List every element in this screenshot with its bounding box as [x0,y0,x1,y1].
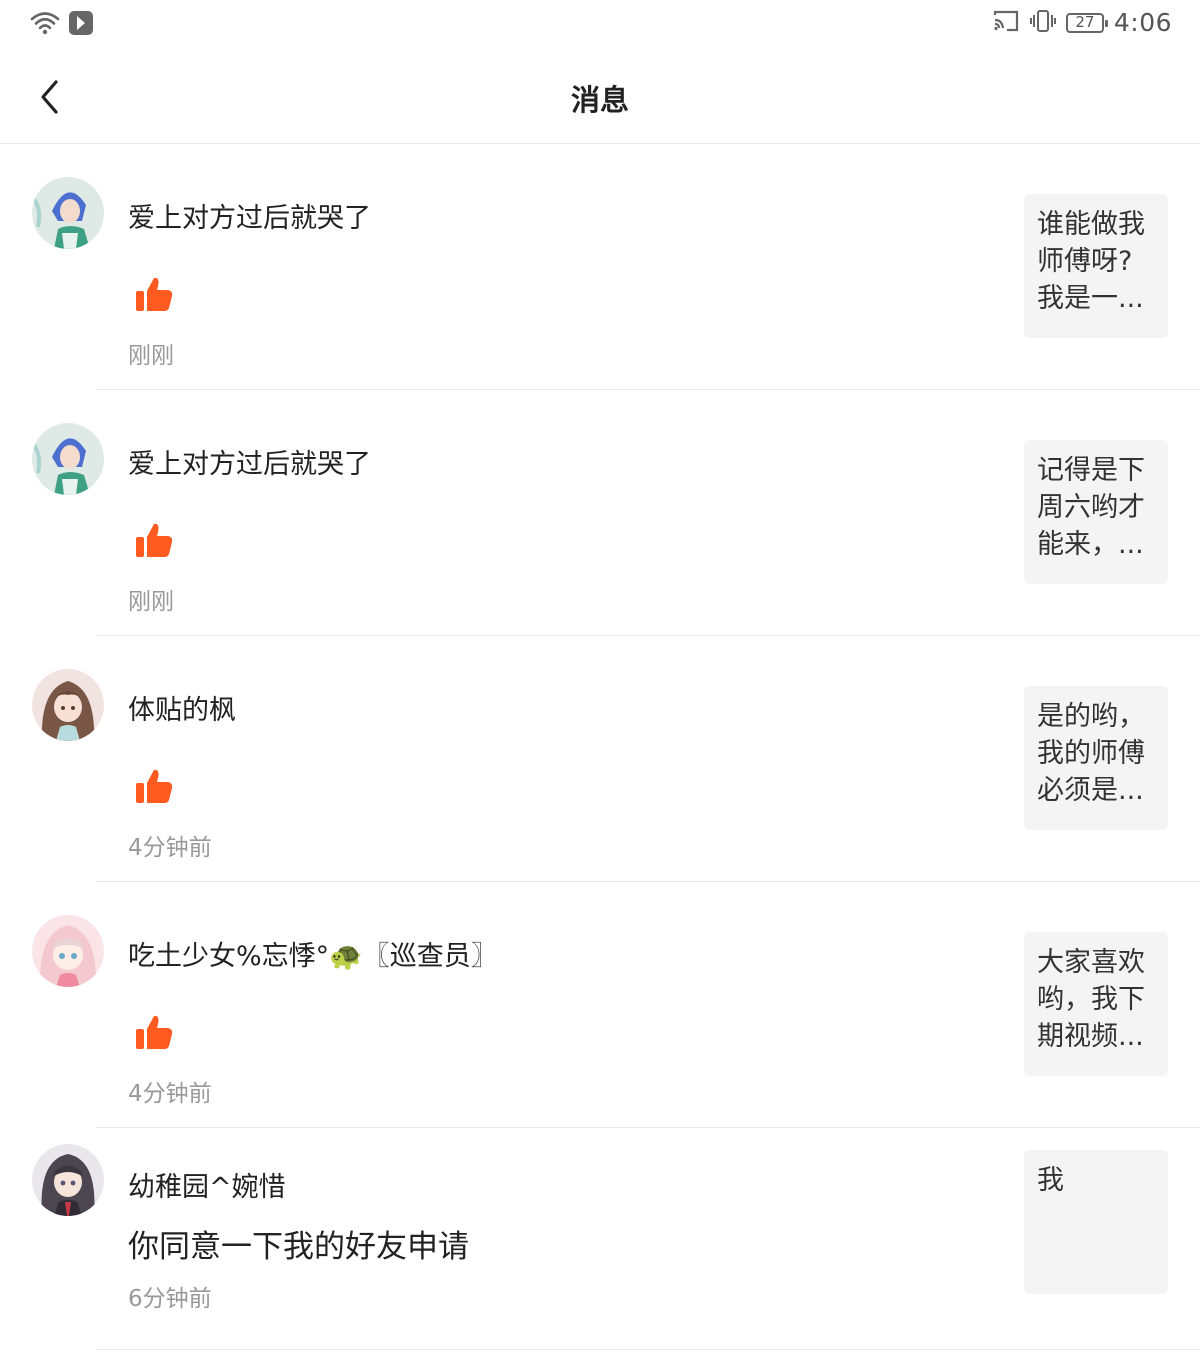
divider [96,1349,1200,1350]
status-clock: 4:06 [1113,8,1172,37]
username[interactable]: 爱上对方过后就哭了 [128,196,371,235]
page-title: 消息 [570,83,629,117]
avatar[interactable] [32,1144,104,1216]
message-item[interactable]: 爱上对方过后就哭了 刚刚 记得是下周六哟才能来，... [0,390,1200,636]
avatar[interactable] [32,423,104,495]
post-preview[interactable]: 记得是下周六哟才能来，... [1024,440,1168,584]
message-time: 6分钟前 [128,1286,212,1312]
message-time: 4分钟前 [128,1081,212,1107]
thumbs-up-icon [134,274,174,314]
comment-text: 你同意一下我的好友申请 [128,1229,469,1265]
avatar[interactable] [32,177,104,249]
thumbs-up-icon [134,1012,174,1052]
battery-icon: 27 [1065,12,1108,33]
avatar[interactable] [32,915,104,987]
message-list: 爱上对方过后就哭了 刚刚 谁能做我师傅呀?我是一... 爱上对方过后就哭了 刚刚… [0,144,1200,1350]
message-time: 刚刚 [128,343,174,369]
username[interactable]: 爱上对方过后就哭了 [128,442,371,481]
post-preview[interactable]: 谁能做我师傅呀?我是一... [1024,194,1168,338]
username[interactable]: 体贴的枫 [128,688,236,727]
thumbs-up-icon [134,520,174,560]
avatar[interactable] [32,669,104,741]
message-time: 刚刚 [128,589,174,615]
post-preview-text: 记得是下周六哟才能来，... [1037,455,1145,560]
message-time: 4分钟前 [128,835,212,861]
status-bar: 27 4:06 [0,0,1200,50]
post-preview-text: 大家喜欢哟，我下期视频... [1037,947,1145,1052]
message-item[interactable]: 爱上对方过后就哭了 刚刚 谁能做我师傅呀?我是一... [0,144,1200,390]
vibrate-icon [1029,9,1056,37]
post-preview-text: 谁能做我师傅呀?我是一... [1037,209,1145,314]
thumbs-up-icon [134,766,174,806]
username[interactable]: 吃土少女%忘悸°🐢〖巡查员〗 [128,934,498,973]
username[interactable]: 幼稚园^婉惜 [128,1165,286,1204]
battery-level: 27 [1075,13,1095,31]
post-preview-text: 我 [1037,1165,1064,1196]
post-preview-text: 是的哟，我的师傅必须是... [1037,701,1145,806]
header: 消息 [0,50,1200,144]
post-preview[interactable]: 大家喜欢哟，我下期视频... [1024,932,1168,1076]
app-notification-icon [68,10,94,40]
post-preview[interactable]: 是的哟，我的师傅必须是... [1024,686,1168,830]
message-item[interactable]: 吃土少女%忘悸°🐢〖巡查员〗 4分钟前 大家喜欢哟，我下期视频... [0,882,1200,1128]
wifi-icon [30,10,60,40]
message-item[interactable]: 体贴的枫 4分钟前 是的哟，我的师傅必须是... [0,636,1200,882]
cast-icon [992,9,1020,37]
post-preview[interactable]: 我 [1024,1150,1168,1294]
message-item[interactable]: 幼稚园^婉惜 你同意一下我的好友申请 6分钟前 我 [0,1128,1200,1350]
